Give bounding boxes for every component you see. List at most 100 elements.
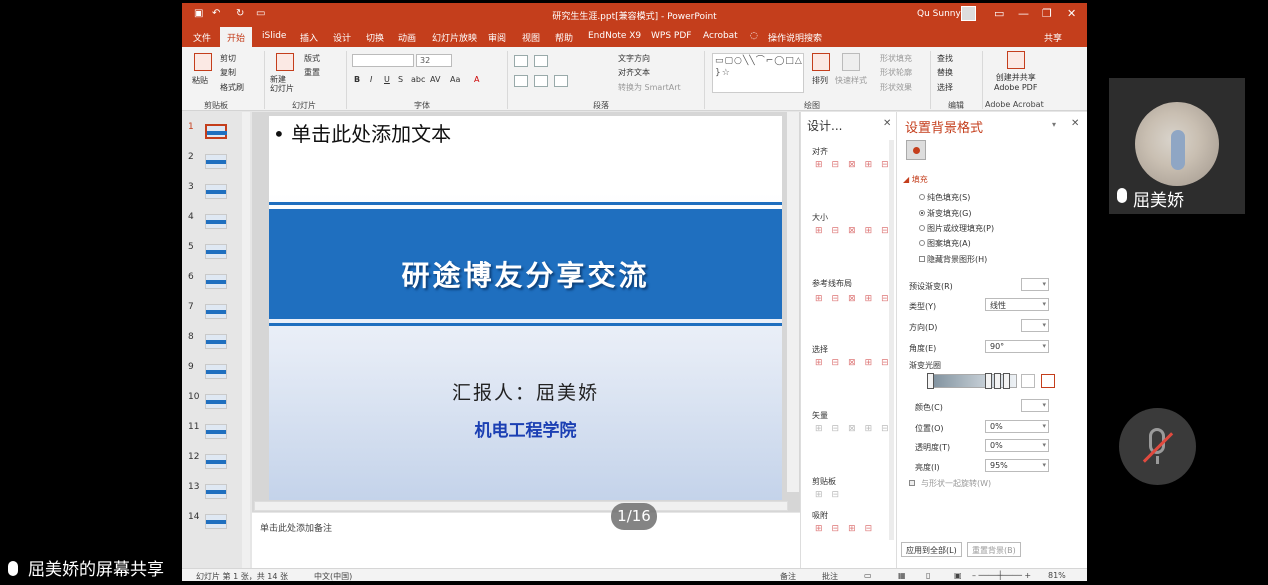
solid-fill-label[interactable]: 纯色填充(S) [927,192,970,203]
hide-background-checkbox[interactable] [919,256,925,262]
paste-icon[interactable] [194,53,212,71]
close-icon[interactable]: ✕ [1067,7,1076,20]
align-tools[interactable]: ⊞⊟⊠⊞⊟⊠⊞⊟⊠ [815,158,955,202]
italic-button[interactable]: I [370,75,372,84]
notes-placeholder[interactable]: 单击此处添加备注 [260,521,332,534]
tell-me-search[interactable]: 操作说明搜索 [768,31,822,44]
reading-view-icon[interactable]: ▯ [926,571,930,580]
thumbnails-scrollbar[interactable] [242,112,250,568]
select-button[interactable]: 选择 [937,82,953,93]
reset-background-button[interactable]: 重置背景(B) [967,542,1021,557]
align-text-button[interactable]: 对齐文本 [618,67,650,78]
new-slide-icon[interactable] [276,53,294,71]
change-case-button[interactable]: Aa [450,75,460,84]
underline-button[interactable]: U [384,75,390,84]
picture-fill-label[interactable]: 图片或纹理填充(P) [927,223,994,234]
sorter-view-icon[interactable]: ▦ [898,571,906,580]
tab-help[interactable]: 帮助 [555,31,573,44]
tab-wps-pdf[interactable]: WPS PDF [651,31,691,41]
thumbnail-image[interactable] [205,394,227,409]
thumbnail-image[interactable] [205,214,227,229]
thumbnail-item[interactable]: 11 [182,422,242,452]
color-picker-dropdown[interactable] [1021,399,1049,412]
shadow-button[interactable]: abc [411,75,425,84]
notes-toggle[interactable]: 备注 [780,571,796,581]
gradient-stop-handle[interactable] [927,373,934,389]
thumbnail-image[interactable] [205,304,227,319]
rotate-with-shape-label[interactable]: 与形状一起旋转(W) [921,478,991,489]
shape-effects-button[interactable]: 形状效果 [880,82,912,93]
tab-slideshow[interactable]: 幻灯片放映 [432,31,477,44]
paste-button[interactable]: 粘贴 [192,75,208,86]
direction-dropdown[interactable] [1021,319,1049,332]
size-tools[interactable]: ⊞⊟⊠⊞⊟⊠⊞⊟ [815,224,938,268]
arrange-button[interactable]: 排列 [812,75,828,86]
reset-button[interactable]: 重置 [304,67,320,78]
thumbnail-image[interactable] [205,244,227,259]
tab-review[interactable]: 审阅 [488,31,506,44]
gradient-fill-label[interactable]: 渐变填充(G) [927,208,971,219]
shapes-gallery[interactable]: ▭▢○╲╲⌒⌐◯□△⌐⌐⇨⇩◇⬠{ }☆ [712,53,804,93]
close-icon[interactable]: ✕ [883,118,891,129]
create-pdf-icon[interactable] [1007,51,1025,69]
format-painter-button[interactable]: 格式刷 [220,82,244,93]
thumbnail-image[interactable] [205,334,227,349]
slideshow-view-icon[interactable]: ▣ [954,571,962,580]
thumbnail-item[interactable]: 10 [182,392,242,422]
transparency-spinner[interactable]: 0% [985,439,1049,452]
thumbnail-image[interactable] [205,484,227,499]
participant-tile[interactable]: 屈美娇 [1109,78,1245,214]
tab-design[interactable]: 设计 [333,31,351,44]
zoom-slider[interactable]: – ────┼──── + [972,571,1031,580]
font-size-dropdown[interactable]: 32 [416,54,452,67]
preset-gradient-dropdown[interactable] [1021,278,1049,291]
shape-outline-button[interactable]: 形状轮廓 [880,67,912,78]
thumbnail-image[interactable] [205,274,227,289]
slide-college[interactable]: 机电工程学院 [269,416,782,441]
arrange-icon[interactable] [812,53,830,71]
fill-section-toggle[interactable]: ◢ 填充 [903,174,928,185]
thumbnail-item[interactable]: 9 [182,362,242,392]
tab-endnote[interactable]: EndNote X9 [588,31,641,41]
numbering-icon[interactable] [534,55,548,67]
fill-bucket-icon[interactable] [906,140,926,160]
tab-animations[interactable]: 动画 [398,31,416,44]
thumbnail-item[interactable]: 14 [182,512,242,542]
create-pdf-button[interactable]: 创建并共享 Adobe PDF [994,73,1037,93]
thumbnail-item[interactable]: 5 [182,242,242,272]
bold-button[interactable]: B [354,75,360,84]
type-dropdown[interactable]: 线性 [985,298,1049,311]
cut-button[interactable]: 剪切 [220,53,236,64]
slide-canvas[interactable]: • 单击此处添加文本 研途博友分享交流 汇报人：屈美娇 机电工程学院 [269,116,782,500]
thumbnail-image[interactable] [205,154,227,169]
thumbnail-item[interactable]: 12 [182,452,242,482]
font-name-dropdown[interactable] [352,54,414,67]
user-name[interactable]: Qu Sunny [917,9,961,19]
minimize-icon[interactable]: — [1018,7,1029,20]
layout-button[interactable]: 版式 [304,53,320,64]
mute-toggle-button[interactable] [1119,408,1196,485]
tab-file[interactable]: 文件 [193,31,211,44]
zoom-level[interactable]: 81% [1048,571,1066,580]
share-button[interactable]: 共享 [1044,31,1062,44]
clipboard-tools[interactable]: ⊞⊟ [815,488,865,504]
apply-to-all-button[interactable]: 应用到全部(L) [901,542,962,557]
restore-icon[interactable]: ❐ [1042,7,1052,20]
thumbnail-image[interactable] [205,514,227,529]
replace-button[interactable]: 替换 [937,67,953,78]
thumbnail-item[interactable]: 8 [182,332,242,362]
close-icon[interactable]: ✕ [1071,118,1079,129]
ribbon-display-icon[interactable]: ▭ [994,7,1004,20]
pattern-fill-radio[interactable] [919,240,925,246]
design-panel-scrollbar[interactable] [889,140,894,540]
thumbnail-image[interactable] [205,364,227,379]
gradient-fill-radio[interactable] [919,210,925,216]
align-center-icon[interactable] [534,75,548,87]
brightness-spinner[interactable]: 95% [985,459,1049,472]
slide-title[interactable]: 研途博友分享交流 [269,254,782,294]
tab-islide[interactable]: iSlide [262,31,286,41]
solid-fill-radio[interactable] [919,194,925,200]
tab-acrobat[interactable]: Acrobat [703,31,738,41]
rotate-with-shape-checkbox[interactable] [909,480,915,486]
tab-insert[interactable]: 插入 [300,31,318,44]
